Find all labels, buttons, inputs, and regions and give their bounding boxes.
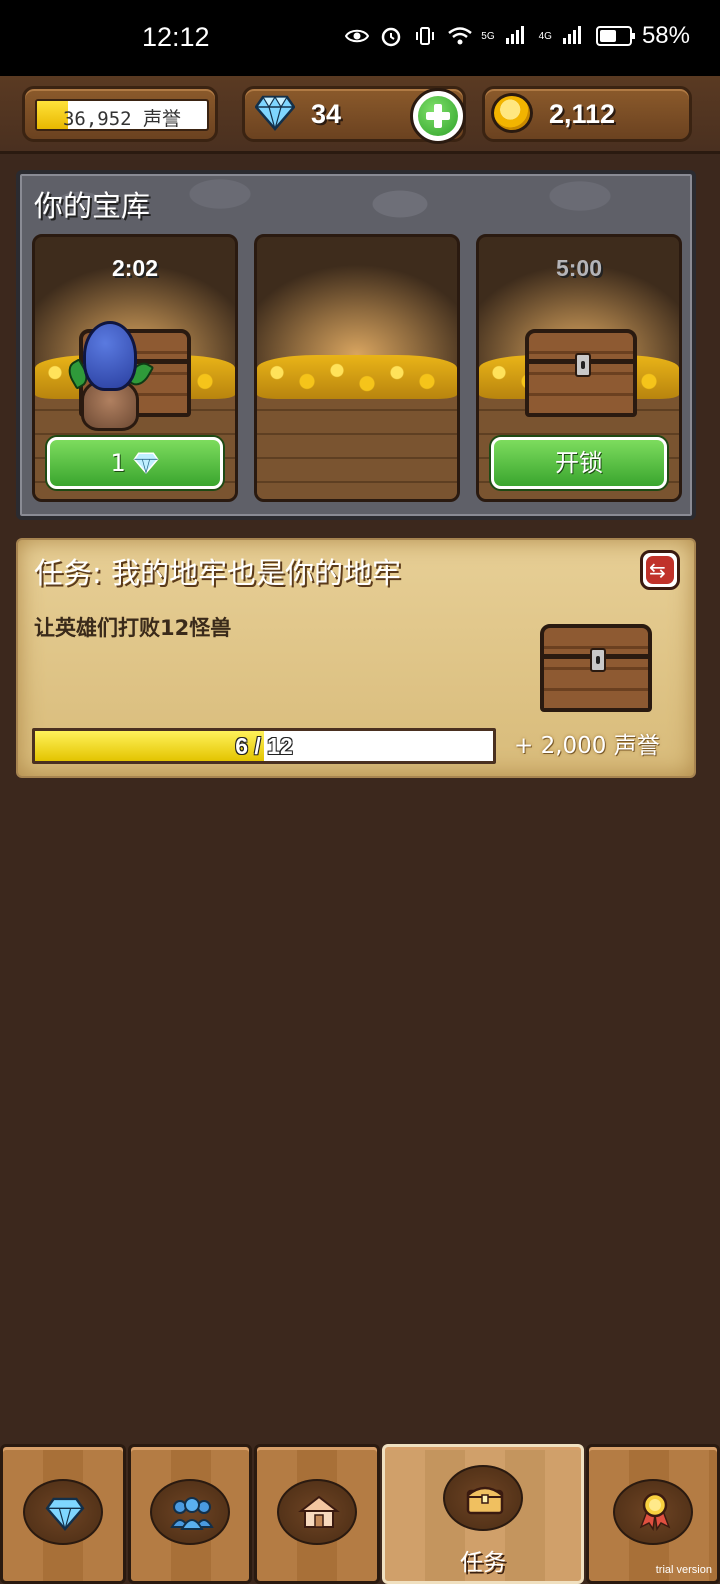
nav-socket: [150, 1479, 230, 1545]
goblin-thief: [63, 321, 155, 431]
goblin-hood: [83, 321, 137, 391]
gems-value: 34: [311, 99, 342, 129]
signal-icon: [505, 24, 529, 48]
watermark: trial version: [655, 1564, 712, 1576]
nav-socket: [23, 1479, 103, 1545]
nav-socket: [443, 1465, 523, 1531]
wifi-icon: [447, 24, 473, 48]
nav-tab-build[interactable]: [254, 1444, 380, 1584]
reputation-progress: 36,952 声誉: [35, 99, 209, 131]
vibrate-icon: [413, 24, 437, 48]
gold-panel[interactable]: 2,112: [482, 86, 692, 142]
swap-quest-button[interactable]: [640, 550, 680, 590]
building-icon: [298, 1495, 340, 1528]
status-time: 12:12: [142, 22, 210, 52]
network-4g-label: 4G: [538, 30, 552, 42]
reputation-panel[interactable]: 36,952 声誉: [22, 86, 218, 142]
vault-slot-1[interactable]: 2:02 1: [32, 234, 238, 502]
slot-timer: 5:00: [555, 255, 603, 281]
quest-title: 任务: 我的地牢也是你的地牢: [34, 556, 401, 590]
gold-value: 2,112: [549, 99, 616, 129]
gem-unlock-cost: 1: [110, 449, 126, 477]
heroes-icon: [170, 1497, 214, 1530]
battery-icon: [595, 26, 635, 46]
resource-bar: 36,952 声誉 34 2,112: [0, 76, 720, 154]
nav-tab-heroes[interactable]: [128, 1444, 252, 1584]
nav-tab-shop[interactable]: [0, 1444, 126, 1584]
plus-icon: [418, 96, 458, 136]
diamond-icon: [133, 452, 160, 475]
unlock-button[interactable]: 开锁: [491, 437, 667, 489]
add-gems-button[interactable]: [410, 88, 466, 144]
coin-icon: [491, 93, 533, 133]
nav-socket: [277, 1479, 357, 1545]
nav-tab-achievements[interactable]: [586, 1444, 720, 1584]
swap-icon: [646, 556, 674, 584]
gold-pile: [257, 355, 457, 399]
quest-progress-bar: 6 / 12: [32, 728, 496, 764]
treasure-chest: [525, 329, 637, 417]
network-5g-label: 5G: [481, 30, 495, 42]
diamond-icon: [255, 95, 295, 131]
status-bar: 12:12 5G 4G 58%: [0, 0, 720, 76]
quest-description: 让英雄们打败12怪兽: [34, 616, 232, 640]
chest-icon: [466, 1486, 504, 1515]
nav-tab-label: 任务: [460, 1550, 506, 1576]
bottom-nav: 任务: [0, 1440, 720, 1584]
vault-slot-2[interactable]: [254, 234, 460, 502]
gem-unlock-button[interactable]: 1: [47, 437, 223, 489]
vault-slot-3[interactable]: 5:00 开锁: [476, 234, 682, 502]
slot-floor: [257, 387, 457, 499]
quest-reward: + 2,000 声誉: [514, 733, 660, 759]
status-icons: 5G 4G 58%: [345, 22, 690, 50]
battery-percent: 58%: [641, 22, 690, 49]
eye-icon: [345, 24, 370, 48]
reputation-value: 36,952 声誉: [62, 108, 182, 130]
signal-icon: [562, 24, 586, 48]
alarm-icon: [379, 24, 403, 48]
slot-timer: 2:02: [111, 255, 159, 281]
lock-icon: [575, 353, 591, 377]
nav-socket: [613, 1479, 693, 1545]
nav-tab-quests[interactable]: 任务: [382, 1444, 584, 1584]
lock-icon: [590, 648, 606, 672]
vault-title: 你的宝库: [34, 189, 151, 223]
quest-progress-text: 6 / 12: [235, 733, 293, 759]
quest-reward-chest: [540, 624, 652, 712]
diamond-icon: [45, 1497, 85, 1531]
medal-icon: [639, 1492, 671, 1531]
